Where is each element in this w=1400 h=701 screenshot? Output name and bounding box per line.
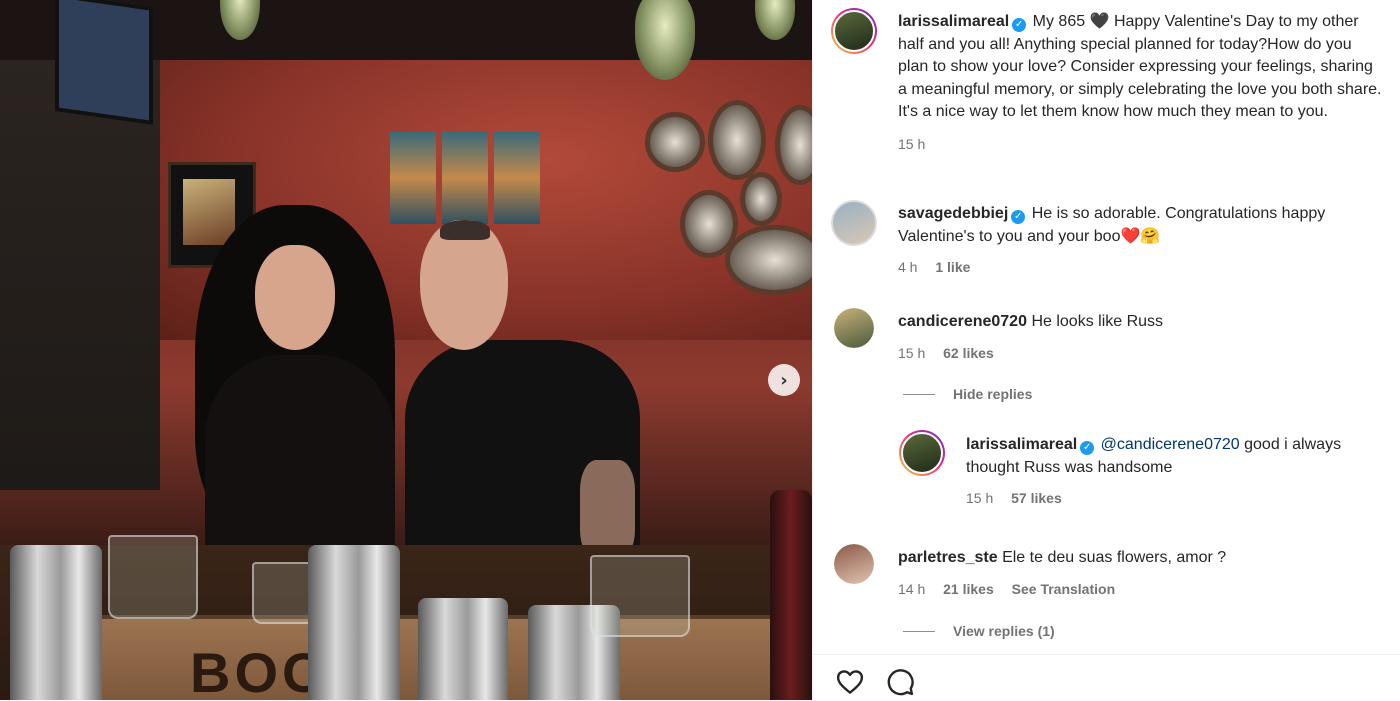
avatar[interactable] bbox=[831, 200, 877, 246]
chalkboard-wall bbox=[0, 60, 160, 490]
reply-likes[interactable]: 57 likes bbox=[1011, 490, 1062, 506]
see-translation-link[interactable]: See Translation bbox=[1012, 581, 1115, 597]
comment-icon[interactable] bbox=[885, 667, 915, 697]
comments-panel: larissalimareal ✓ My 865 🖤 Happy Valentin… bbox=[812, 0, 1400, 700]
comment-username[interactable]: candicerene0720 bbox=[898, 313, 1027, 330]
divider bbox=[903, 393, 935, 395]
avatar[interactable] bbox=[834, 308, 874, 348]
woman bbox=[185, 205, 415, 565]
reply-time[interactable]: 15 h bbox=[966, 490, 993, 506]
round-mirror bbox=[740, 172, 782, 226]
comment-text: He looks like Russ bbox=[1031, 313, 1164, 330]
post-photo: BOO › bbox=[0, 0, 812, 700]
caption-username[interactable]: larissalimareal bbox=[898, 13, 1009, 30]
cocktail-shaker bbox=[10, 545, 102, 700]
wall-art-panel bbox=[494, 132, 540, 224]
comment-likes[interactable]: 1 like bbox=[935, 259, 970, 275]
tv-screen bbox=[55, 0, 153, 125]
heart-icon[interactable] bbox=[835, 667, 865, 697]
hide-replies-button[interactable]: Hide replies bbox=[903, 386, 1032, 402]
cocktail-shaker bbox=[308, 545, 400, 700]
wall-art-panel bbox=[442, 132, 488, 224]
divider bbox=[903, 630, 935, 632]
hide-replies-label: Hide replies bbox=[953, 386, 1033, 402]
action-bar bbox=[813, 654, 1400, 701]
comment-username[interactable]: parletres_ste bbox=[898, 549, 998, 566]
verified-badge-icon: ✓ bbox=[1080, 441, 1095, 455]
man bbox=[405, 220, 645, 565]
comment-time[interactable]: 4 h bbox=[898, 259, 917, 275]
bottle bbox=[770, 490, 812, 700]
avatar[interactable] bbox=[831, 8, 877, 54]
avatar[interactable] bbox=[899, 430, 945, 476]
chevron-right-icon[interactable]: › bbox=[768, 364, 800, 396]
verified-badge-icon: ✓ bbox=[1012, 18, 1027, 32]
reply-username[interactable]: larissalimareal bbox=[966, 436, 1077, 453]
round-mirror bbox=[645, 112, 705, 172]
comment-likes[interactable]: 62 likes bbox=[943, 345, 994, 361]
comment-time[interactable]: 14 h bbox=[898, 581, 925, 597]
glass bbox=[590, 555, 690, 637]
glass bbox=[108, 535, 198, 619]
reply-mention[interactable]: @candicerene0720 bbox=[1101, 436, 1240, 453]
round-mirror bbox=[708, 100, 766, 180]
verified-badge-icon: ✓ bbox=[1011, 210, 1026, 224]
comment-username[interactable]: savagedebbiej bbox=[898, 205, 1008, 222]
avatar[interactable] bbox=[834, 544, 874, 584]
caption-time[interactable]: 15 h bbox=[898, 136, 925, 152]
view-replies-label: View replies (1) bbox=[953, 623, 1055, 639]
comment-likes[interactable]: 21 likes bbox=[943, 581, 994, 597]
cocktail-shaker bbox=[418, 598, 508, 700]
comment-time[interactable]: 15 h bbox=[898, 345, 925, 361]
comment-text: Ele te deu suas flowers, amor ? bbox=[1002, 549, 1227, 566]
view-replies-button[interactable]: View replies (1) bbox=[903, 623, 1055, 639]
